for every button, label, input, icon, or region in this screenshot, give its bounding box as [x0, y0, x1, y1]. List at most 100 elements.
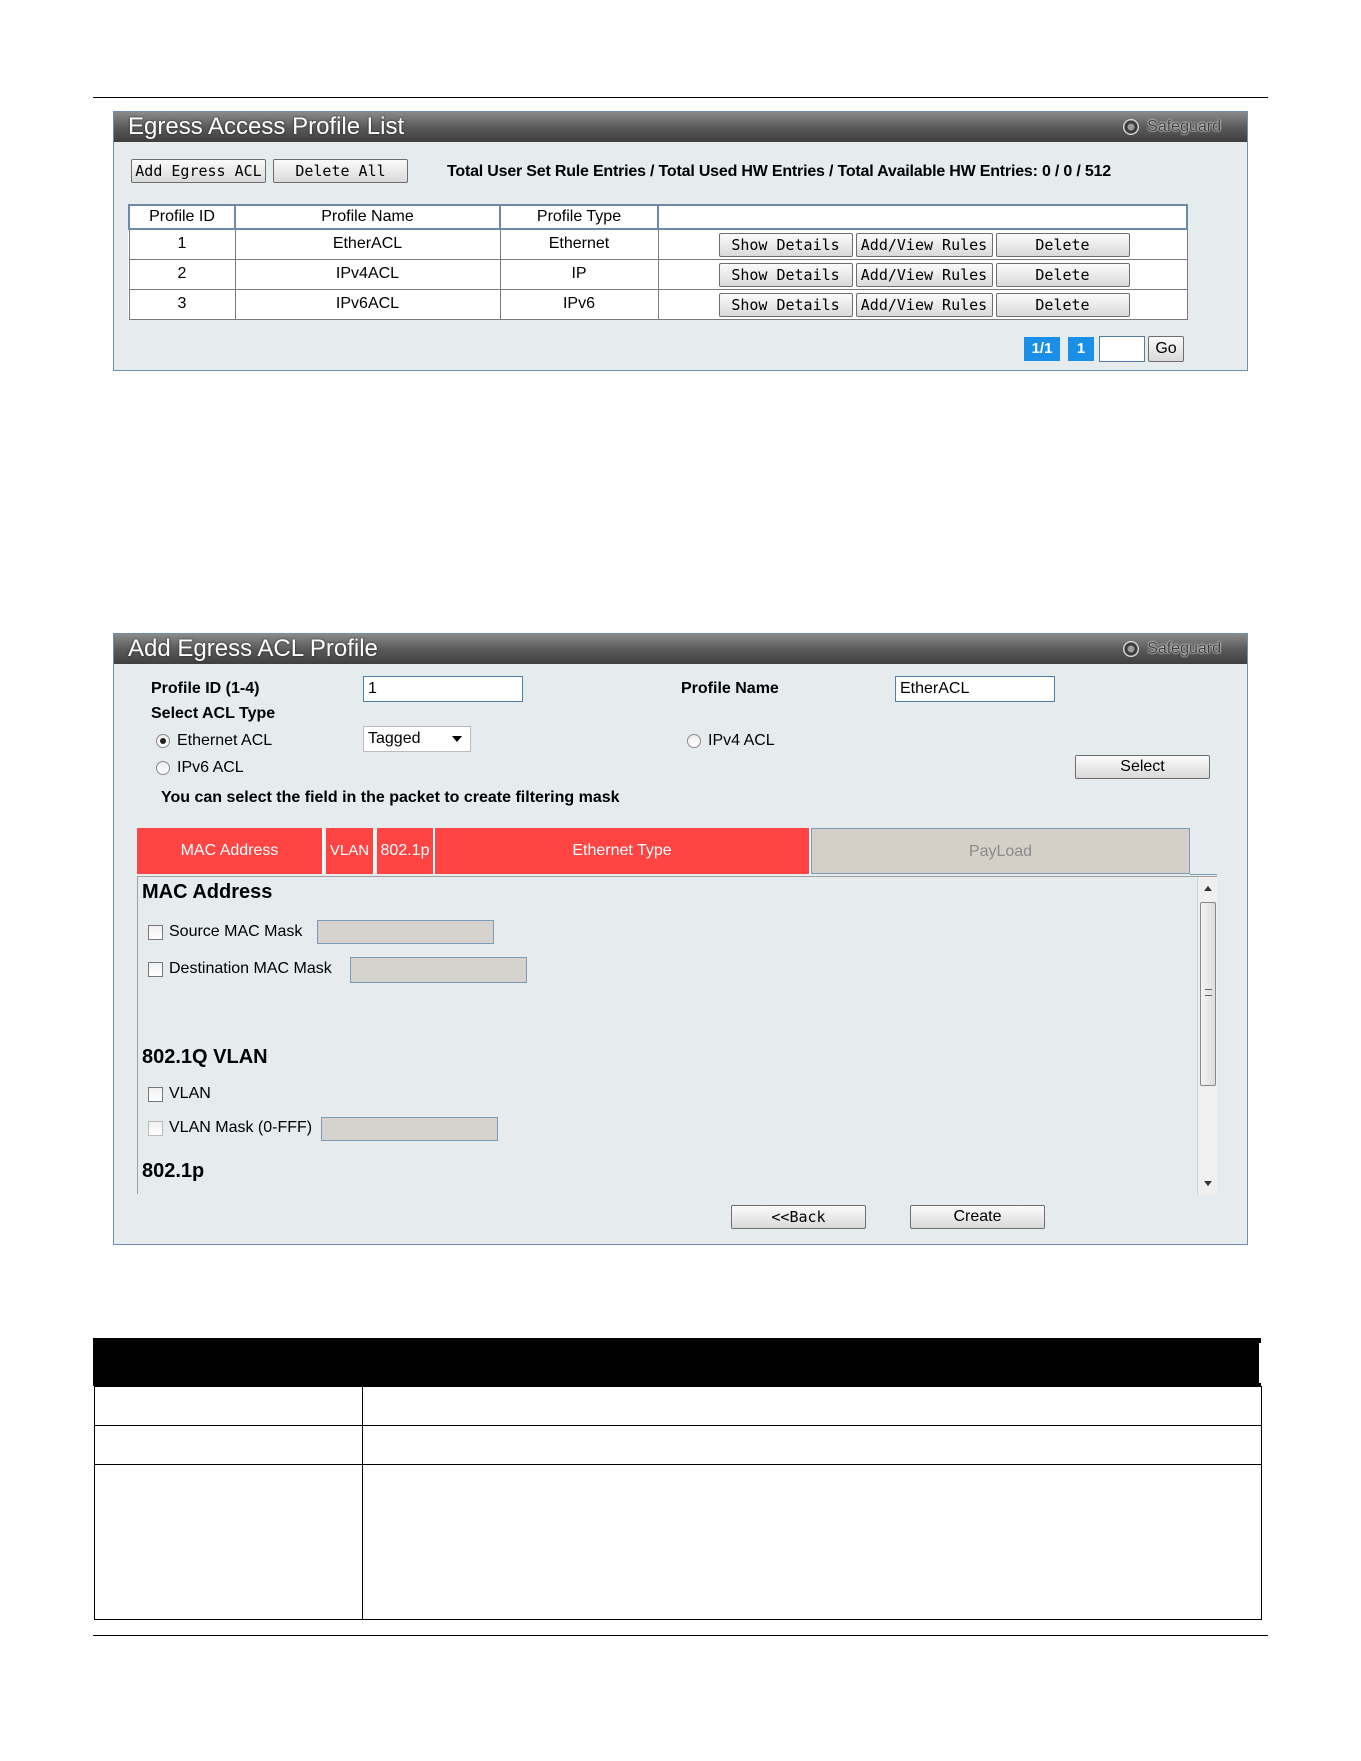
column-header-actions — [657, 204, 1188, 230]
profile-id-input[interactable]: 1 — [363, 676, 523, 702]
dot1p-heading: 802.1p — [142, 1160, 205, 1182]
column-header: Profile Name — [234, 204, 501, 230]
field-tab-vlan[interactable]: VLAN — [326, 828, 375, 874]
safeguard-label: Safeguard — [1147, 640, 1221, 657]
safeguard-radio-icon — [1123, 119, 1140, 135]
field-tab-802-1p[interactable]: 802.1p — [377, 828, 435, 874]
panel-title-bar: Add Egress ACL Profile Safeguard — [114, 634, 1247, 664]
profile-type-cell: IP — [499, 258, 659, 290]
column-header: Profile ID — [128, 204, 236, 230]
field-tabs-bottom-line — [1190, 874, 1217, 875]
info-cell — [94, 1464, 363, 1620]
profile-id-cell: 2 — [128, 258, 236, 290]
actions-cell: Show Details Add/View Rules Delete — [657, 228, 1188, 260]
safeguard-label: Safeguard — [1147, 118, 1221, 135]
ethernet-acl-radio[interactable] — [156, 734, 170, 748]
vlan-mask-label: VLAN Mask (0-FFF) — [169, 1119, 313, 1136]
select-button[interactable]: Select — [1075, 755, 1210, 779]
profile-table: Profile ID Profile Name Profile Type 1 E… — [128, 204, 1188, 320]
info-cell — [94, 1386, 363, 1426]
delete-all-button[interactable]: Delete All — [273, 159, 408, 183]
safeguard-radio-icon — [1123, 641, 1140, 657]
source-mac-mask-checkbox[interactable] — [148, 925, 163, 940]
column-header: Profile Type — [499, 204, 659, 230]
profile-name-label: Profile Name — [681, 680, 779, 697]
vlan-checkbox[interactable] — [148, 1087, 163, 1102]
profile-id-cell: 3 — [128, 288, 236, 320]
actions-cell: Show Details Add/View Rules Delete — [657, 288, 1188, 320]
add-view-rules-button[interactable]: Add/View Rules — [855, 233, 993, 257]
table-row: 1 EtherACL Ethernet Show Details Add/Vie… — [128, 228, 1188, 260]
profile-id-cell: 1 — [128, 228, 236, 260]
profile-id-label: Profile ID (1-4) — [151, 680, 260, 697]
destination-mac-mask-checkbox[interactable] — [148, 962, 163, 977]
add-view-rules-button[interactable]: Add/View Rules — [855, 262, 993, 287]
go-button[interactable]: Go — [1148, 336, 1184, 362]
table-row: 2 IPv4ACL IP Show Details Add/View Rules… — [128, 258, 1188, 290]
panel-title-bar: Egress Access Profile List Safeguard — [114, 112, 1247, 142]
safeguard-indicator: Safeguard — [1123, 117, 1221, 137]
table-header-row: Profile ID Profile Name Profile Type — [128, 204, 1188, 230]
profile-name-input[interactable]: EtherACL — [895, 676, 1055, 702]
field-tab-ethernet-type[interactable]: Ethernet Type — [435, 828, 811, 874]
profile-name-cell: IPv4ACL — [234, 258, 501, 290]
grip-icon — [1205, 989, 1212, 996]
info-table-header-edge — [1259, 1343, 1261, 1383]
info-table-header — [93, 1338, 1261, 1386]
scroll-up-arrow-icon[interactable] — [1204, 886, 1212, 891]
show-details-button[interactable]: Show Details — [718, 233, 853, 257]
total-entries-text: Total User Set Rule Entries / Total Used… — [447, 163, 1111, 180]
field-tab-mac-address[interactable]: MAC Address — [137, 828, 324, 874]
actions-cell: Show Details Add/View Rules Delete — [657, 258, 1188, 290]
ipv6-acl-label: IPv6 ACL — [177, 759, 244, 776]
add-egress-acl-profile-panel: Add Egress ACL Profile Safeguard Profile… — [113, 633, 1248, 1245]
vlan-mask-input[interactable] — [321, 1117, 498, 1141]
page-number-input[interactable] — [1099, 336, 1145, 362]
delete-button[interactable]: Delete — [995, 292, 1130, 317]
page-count-badge: 1/1 — [1024, 337, 1060, 361]
field-selection-hint: You can select the field in the packet t… — [161, 789, 620, 806]
tagged-select[interactable]: Tagged — [363, 726, 471, 752]
safeguard-indicator: Safeguard — [1123, 639, 1221, 659]
destination-mac-mask-input[interactable] — [350, 957, 527, 983]
info-cell — [362, 1386, 1262, 1426]
add-view-rules-button[interactable]: Add/View Rules — [855, 292, 993, 317]
chevron-down-icon — [452, 736, 462, 742]
panel-title: Add Egress ACL Profile — [128, 635, 378, 662]
vlan-mask-checkbox[interactable] — [148, 1121, 163, 1136]
show-details-button[interactable]: Show Details — [718, 262, 853, 287]
show-details-button[interactable]: Show Details — [718, 292, 853, 317]
delete-button[interactable]: Delete — [995, 233, 1130, 257]
info-cell — [94, 1425, 363, 1465]
ipv4-acl-label: IPv4 ACL — [708, 732, 775, 749]
ipv6-acl-radio[interactable] — [156, 761, 170, 775]
mac-address-heading: MAC Address — [142, 881, 273, 903]
profile-name-cell: IPv6ACL — [234, 288, 501, 320]
top-rule — [93, 97, 1268, 98]
bottom-rule — [93, 1635, 1268, 1636]
info-table — [94, 1386, 1262, 1620]
tagged-select-value: Tagged — [368, 730, 421, 747]
table-row: 3 IPv6ACL IPv6 Show Details Add/View Rul… — [128, 288, 1188, 320]
ipv4-acl-radio[interactable] — [687, 734, 701, 748]
source-mac-mask-input[interactable] — [317, 920, 494, 944]
create-button[interactable]: Create — [910, 1205, 1045, 1229]
source-mac-mask-label: Source MAC Mask — [169, 923, 303, 940]
info-cell — [362, 1425, 1262, 1465]
table-row — [94, 1425, 1262, 1465]
field-tab-payload[interactable]: PayLoad — [811, 828, 1190, 874]
back-button[interactable]: <<Back — [731, 1205, 866, 1229]
scrollbar-thumb[interactable] — [1200, 902, 1216, 1086]
add-egress-acl-button[interactable]: Add Egress ACL — [131, 159, 266, 183]
vlan-label: VLAN — [169, 1085, 211, 1102]
egress-access-profile-list-panel: Egress Access Profile List Safeguard Add… — [113, 111, 1248, 371]
scroll-down-arrow-icon[interactable] — [1204, 1181, 1212, 1186]
table-row — [94, 1464, 1262, 1620]
field-mask-scroll-area[interactable]: MAC Address Source MAC Mask Destination … — [137, 876, 1217, 1195]
delete-button[interactable]: Delete — [995, 262, 1130, 287]
vertical-scrollbar[interactable] — [1197, 877, 1217, 1195]
table-row — [94, 1386, 1262, 1426]
page-link-1[interactable]: 1 — [1068, 337, 1094, 361]
destination-mac-mask-label: Destination MAC Mask — [169, 960, 332, 977]
profile-name-cell: EtherACL — [234, 228, 501, 260]
